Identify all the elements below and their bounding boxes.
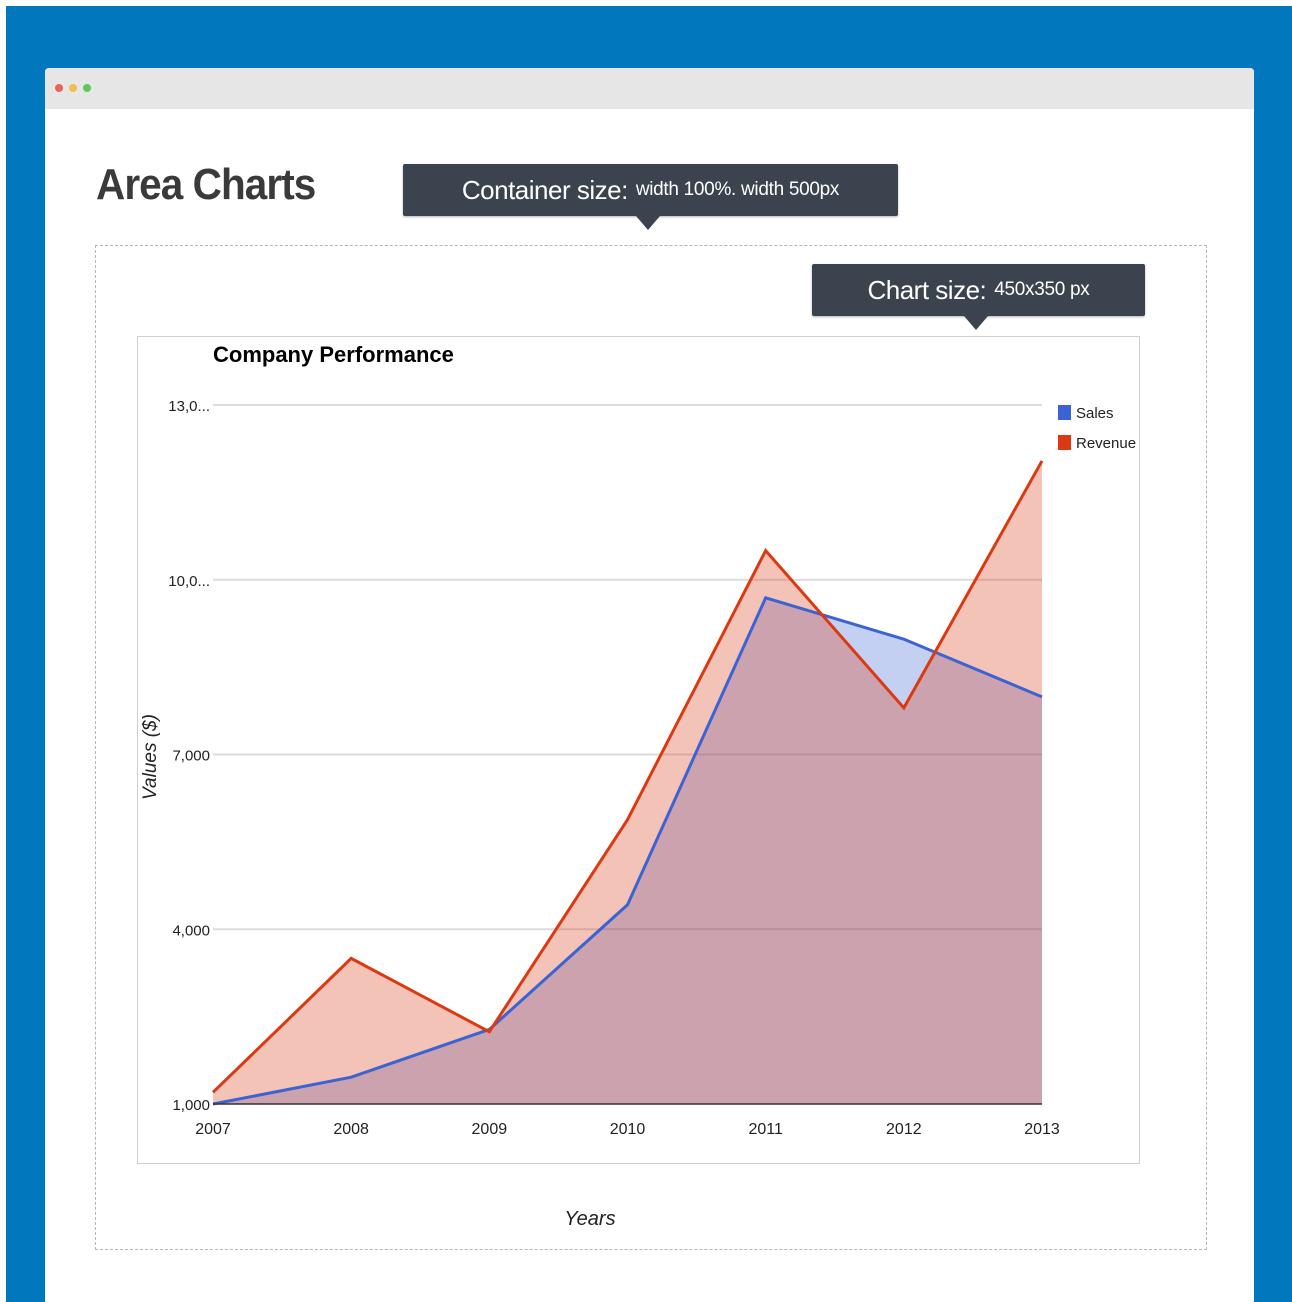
y-tick-label: 13,0...: [168, 398, 210, 415]
x-tick-label: 2012: [886, 1121, 922, 1138]
y-tick-label: 7,000: [172, 748, 210, 765]
area-revenue: [213, 460, 1042, 1104]
page-title: Area Charts: [96, 160, 316, 209]
y-tick-label: 4,000: [172, 922, 210, 939]
x-tick-label: 2007: [195, 1121, 231, 1138]
container-callout-label: Container size:: [461, 174, 628, 205]
legend-label-revenue: Revenue: [1076, 435, 1136, 452]
x-tick-label: 2013: [1024, 1121, 1060, 1138]
minimize-window-dot[interactable]: [69, 84, 77, 92]
legend: Sales Revenue: [1058, 405, 1136, 452]
legend-label-sales: Sales: [1076, 405, 1114, 422]
callout-pointer-icon: [636, 216, 660, 230]
x-tick-label: 2009: [472, 1121, 508, 1138]
close-window-dot[interactable]: [55, 84, 63, 92]
x-tick-label: 2010: [610, 1121, 646, 1138]
chart-callout-detail: 450x350 px: [994, 279, 1090, 300]
container-size-callout: Container size: width 100%. width 500px: [403, 164, 898, 230]
chart-callout-label: Chart size:: [867, 274, 987, 305]
area-chart: 1,000 4,000 7,000 10,0... 13,0... 2007 2008 200…: [140, 342, 1136, 1138]
legend-swatch-sales: [1058, 405, 1071, 420]
area-series: [213, 460, 1042, 1104]
maximize-window-dot[interactable]: [83, 84, 91, 92]
legend-swatch-revenue: [1058, 435, 1071, 450]
window-titlebar: [45, 68, 1254, 109]
x-axis-title: Years: [564, 1208, 616, 1230]
y-axis-title: Values ($): [140, 714, 161, 800]
x-tick-label: 2008: [333, 1121, 369, 1138]
chart-title: Company Performance: [213, 342, 454, 367]
container-callout-detail: width 100%. width 500px: [635, 179, 840, 200]
y-tick-label: 1,000: [172, 1097, 210, 1114]
x-tick-label: 2011: [748, 1121, 783, 1138]
chart-size-callout: Chart size: 450x350 px: [812, 264, 1145, 330]
chart-area: 1,000 4,000 7,000 10,0... 13,0... 2007 2008 200…: [137, 336, 1140, 1164]
browser-window: Area Charts Container size: width 100%. …: [45, 68, 1254, 1302]
callout-pointer-icon: [964, 316, 988, 330]
y-tick-label: 10,0...: [168, 573, 210, 590]
